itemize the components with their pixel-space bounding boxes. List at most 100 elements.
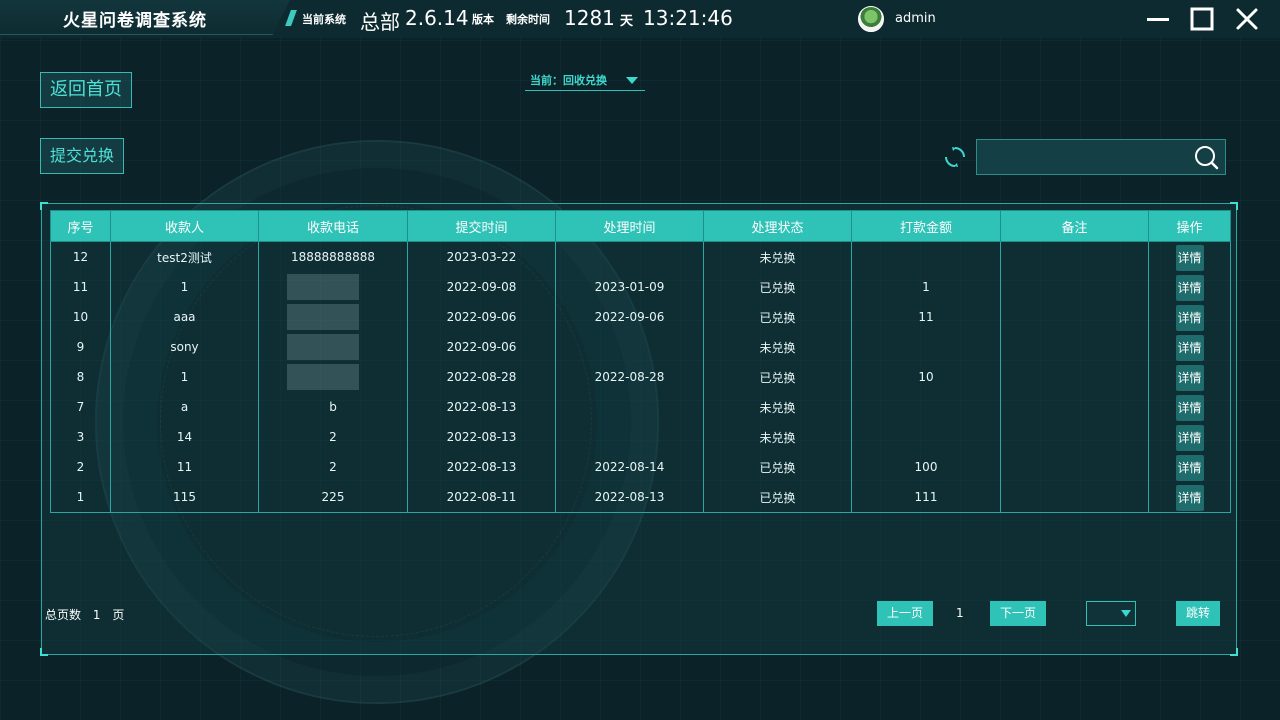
submit-time-cell: 2022-09-06 [407,302,556,332]
home-button[interactable]: 返回首页 [40,72,132,108]
detail-button[interactable]: 详情 [1175,425,1204,451]
redacted-phone [287,274,359,300]
remark-cell [1000,241,1149,272]
row-index-cell: 1 [50,482,111,513]
submit-time-cell: 2022-08-11 [407,482,556,513]
payee-phone-cell: 2 [258,452,408,482]
payee-cell: 115 [110,482,259,513]
submit-exchange-button[interactable]: 提交兑换 [40,138,124,174]
process-time-cell [555,422,704,452]
submit-time-cell: 2022-08-13 [407,392,556,422]
corner-decoration [1230,648,1238,656]
payee-cell: test2测试 [110,241,259,272]
jump-button[interactable]: 跳转 [1176,601,1220,626]
row-index-cell: 8 [50,362,111,392]
search-box [976,139,1226,175]
close-icon[interactable] [1234,6,1260,32]
column-header: 操作 [1148,210,1231,242]
search-input[interactable] [977,140,1197,174]
process-status-cell: 未兑换 [703,392,852,422]
payee-cell: 14 [110,422,259,452]
prev-page-button[interactable]: 上一页 [877,601,933,626]
process-time-cell [555,392,704,422]
actions-cell: 详情 [1148,241,1231,272]
detail-button[interactable]: 详情 [1175,275,1204,301]
redacted-phone [287,304,359,330]
refresh-icon[interactable] [944,146,966,168]
payee-cell: 1 [110,362,259,392]
table-row: 7 a b 2022-08-13 未兑换 详情 [50,392,1231,422]
submit-time-cell: 2023-03-22 [407,241,556,272]
detail-button[interactable]: 详情 [1175,395,1204,421]
process-status-cell: 已兑换 [703,302,852,332]
actions-cell: 详情 [1148,392,1231,422]
search-icon[interactable] [1193,144,1219,170]
process-time-cell [555,332,704,362]
process-status-cell: 未兑换 [703,241,852,272]
remark-cell [1000,422,1149,452]
process-time-cell: 2022-08-28 [555,362,704,392]
title-bar: 火星问卷调查系统 当前系统 总部 2.6.14 版本 剩余时间 1281 天 1… [0,0,1280,38]
payment-amount-cell: 111 [851,482,1001,513]
process-status-cell: 已兑换 [703,482,852,513]
row-index-cell: 7 [50,392,111,422]
table-row: 1 115 225 2022-08-11 2022-08-13 已兑换 111 详情 [50,482,1231,513]
actions-cell: 详情 [1148,452,1231,482]
process-time-cell: 2022-08-13 [555,482,704,513]
actions-cell: 详情 [1148,362,1231,392]
detail-button[interactable]: 详情 [1175,335,1204,361]
total-pages-value: 1 [92,608,101,622]
table-row: 3 14 2 2022-08-13 未兑换 详情 [50,422,1231,452]
payee-phone-cell [258,272,408,302]
column-header: 收款人 [110,210,259,242]
clock: 13:21:46 [643,6,733,30]
system-name: 总部 [360,10,400,34]
current-page-number: 1 [956,606,964,620]
table-row: 8 1 2022-08-28 2022-08-28 已兑换 10 详情 [50,362,1231,392]
remaining-time-label: 剩余时间 [506,13,550,26]
remark-cell [1000,482,1149,513]
column-header: 打款金额 [851,210,1001,242]
detail-button[interactable]: 详情 [1175,485,1204,511]
remark-cell [1000,452,1149,482]
remark-cell [1000,392,1149,422]
process-time-cell: 2022-08-14 [555,452,704,482]
payee-phone-cell [258,302,408,332]
process-status-cell: 已兑换 [703,452,852,482]
page-select[interactable] [1086,601,1136,626]
detail-button[interactable]: 详情 [1175,455,1204,481]
table-header-row: 序号 收款人 收款电话 提交时间 处理时间 处理状态 打款金额 备注 操作 [50,210,1231,242]
remaining-days: 1281 [564,6,615,30]
corner-decoration [40,648,48,656]
detail-button[interactable]: 详情 [1175,305,1204,331]
detail-button[interactable]: 详情 [1175,245,1204,271]
detail-button[interactable]: 详情 [1175,365,1204,391]
actions-cell: 详情 [1148,302,1231,332]
payee-cell: a [110,392,259,422]
submit-time-cell: 2022-09-08 [407,272,556,302]
payee-phone-cell: b [258,392,408,422]
next-page-button[interactable]: 下一页 [990,601,1046,626]
payee-phone-cell: 18888888888 [258,241,408,272]
minimize-icon[interactable] [1145,6,1171,32]
chevron-down-icon [1121,610,1131,617]
payment-amount-cell [851,332,1001,362]
table-row: 9 sony 2022-09-06 未兑换 详情 [50,332,1231,362]
column-header: 处理时间 [555,210,704,242]
title-separator [285,10,297,26]
table-row: 10 aaa 2022-09-06 2022-09-06 已兑换 11 详情 [50,302,1231,332]
chevron-down-icon [626,77,638,84]
remark-cell [1000,362,1149,392]
maximize-icon[interactable] [1189,6,1215,32]
avatar[interactable] [858,6,884,32]
total-pages: 总页数 1 页 [45,606,124,623]
actions-cell: 详情 [1148,332,1231,362]
actions-cell: 详情 [1148,482,1231,513]
category-dropdown[interactable]: 当前：回收兑换 [525,66,645,91]
actions-cell: 详情 [1148,422,1231,452]
payment-amount-cell: 11 [851,302,1001,332]
username[interactable]: admin [895,11,936,26]
payee-cell: 1 [110,272,259,302]
payment-amount-cell [851,241,1001,272]
submit-time-cell: 2022-08-13 [407,422,556,452]
